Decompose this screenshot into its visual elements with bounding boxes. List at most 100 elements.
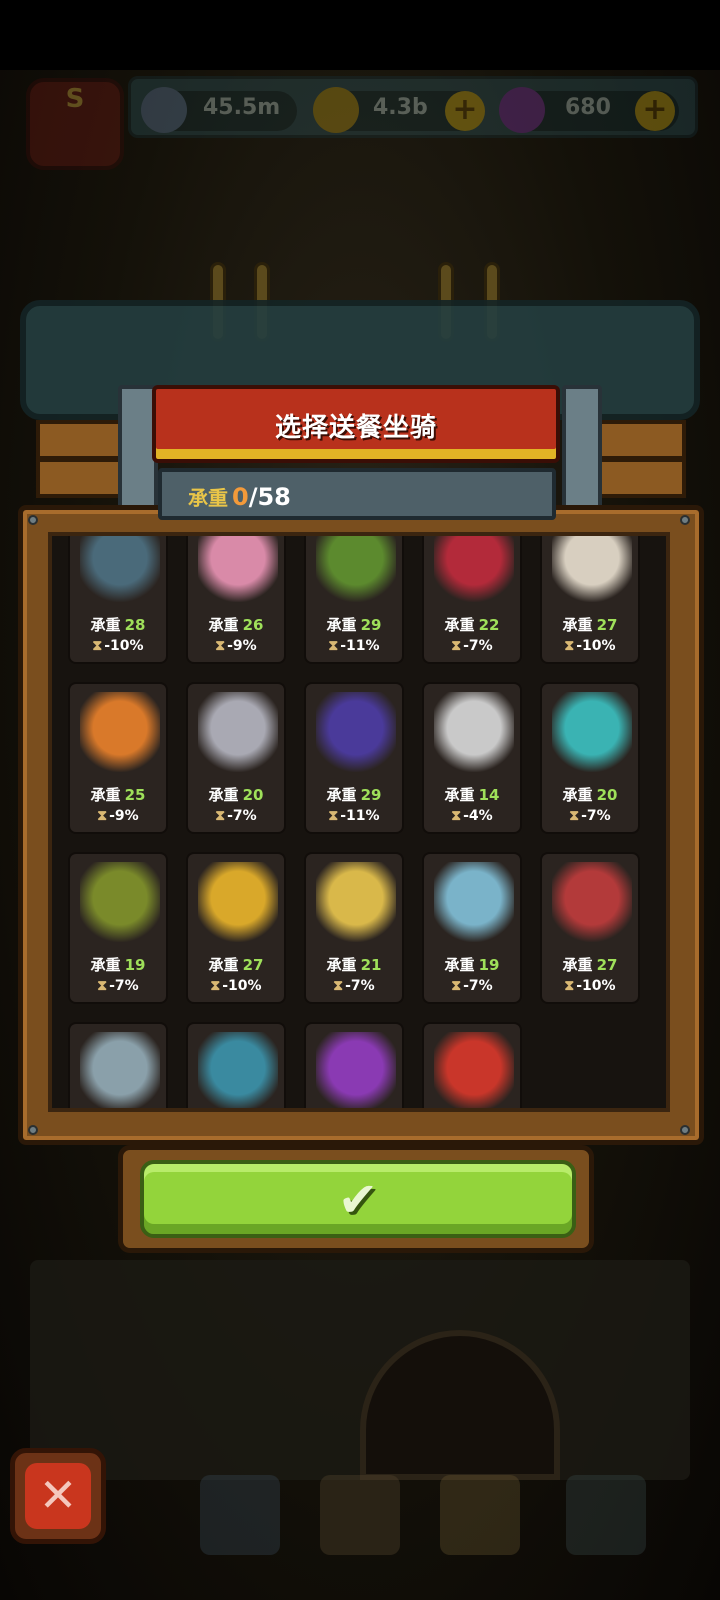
wooden-plank (36, 420, 126, 460)
mount-capacity: 承重 21 (306, 954, 402, 975)
capacity-value: 14 (478, 786, 500, 804)
mount-speed: ⧗ -10% (188, 978, 284, 994)
mount-portrait (552, 536, 632, 602)
hourglass-icon: ⧗ (215, 638, 226, 654)
mount-card[interactable] (422, 1022, 522, 1108)
capacity-label: 承重 (188, 486, 228, 510)
hourglass-icon: ⧗ (451, 978, 462, 994)
hourglass-icon: ⧗ (569, 808, 580, 824)
capacity-value: 22 (478, 616, 500, 634)
capacity-value: 19 (124, 956, 146, 974)
hourglass-icon: ⧗ (451, 638, 462, 654)
speed-value: -10% (104, 638, 144, 654)
speed-value: -10% (576, 978, 616, 994)
mount-capacity: 承重 19 (424, 954, 520, 975)
capacity-label: 承重 (562, 956, 593, 974)
mount-card[interactable] (304, 1022, 404, 1108)
add-potion-button[interactable]: + (635, 91, 675, 131)
mount-card[interactable]: 承重 29 ⧗ -11% (304, 536, 404, 664)
badge-letter: S (65, 84, 85, 114)
mount-capacity: 承重 19 (70, 954, 166, 975)
mount-card[interactable]: 承重 19 ⧗ -7% (422, 852, 522, 1004)
resource2-value: 4.3b (373, 95, 428, 120)
close-button[interactable]: ✕ (10, 1448, 106, 1544)
mount-portrait (434, 1032, 514, 1108)
potion-icon (499, 87, 545, 133)
wooden-plank (596, 420, 686, 460)
book-icon (320, 1475, 400, 1555)
hourglass-icon: ⧗ (215, 808, 226, 824)
mount-speed: ⧗ -4% (424, 808, 520, 824)
resource3-value: 680 (565, 95, 611, 120)
dialog-title: 选择送餐坐骑 (274, 413, 437, 443)
speed-value: -9% (227, 638, 257, 654)
capacity-value: 20 (596, 786, 618, 804)
speed-value: -7% (227, 808, 257, 824)
mount-card[interactable]: 承重 27 ⧗ -10% (540, 852, 640, 1004)
mount-portrait (316, 862, 396, 942)
mount-capacity: 承重 27 (188, 954, 284, 975)
capacity-label: 承重 (208, 786, 239, 804)
mount-card[interactable]: 承重 22 ⧗ -7% (422, 536, 522, 664)
mount-card[interactable]: 承重 20 ⧗ -7% (540, 682, 640, 834)
mount-speed: ⧗ -11% (306, 808, 402, 824)
mount-portrait (80, 862, 160, 942)
mount-portrait (316, 536, 396, 602)
capacity-value: 27 (596, 616, 618, 634)
mount-card[interactable]: 承重 25 ⧗ -9% (68, 682, 168, 834)
mount-card[interactable]: 承重 28 ⧗ -10% (68, 536, 168, 664)
mount-portrait (316, 1032, 396, 1108)
mount-card[interactable] (186, 1022, 286, 1108)
mount-capacity: 承重 27 (542, 614, 638, 635)
mount-capacity: 承重 14 (424, 784, 520, 805)
mount-capacity: 承重 25 (70, 784, 166, 805)
resource-bar: 45.5m 4.3b + 680 + (128, 76, 698, 138)
mount-portrait (434, 692, 514, 772)
capacity-value: 25 (124, 786, 146, 804)
capacity-value: 19 (478, 956, 500, 974)
speed-value: -10% (576, 638, 616, 654)
capacity-bar: 承重 0/58 (158, 468, 556, 520)
hourglass-icon: ⧗ (564, 638, 575, 654)
mount-card[interactable] (68, 1022, 168, 1108)
mount-card[interactable]: 承重 14 ⧗ -4% (422, 682, 522, 834)
speed-value: -7% (581, 808, 611, 824)
hourglass-icon: ⧗ (210, 978, 221, 994)
capacity-max: /58 (248, 483, 291, 511)
speed-value: -7% (345, 978, 375, 994)
bolt (28, 1125, 38, 1135)
mount-card[interactable]: 承重 20 ⧗ -7% (186, 682, 286, 834)
hourglass-icon: ⧗ (97, 978, 108, 994)
hourglass-icon: ⧗ (333, 978, 344, 994)
capacity-label: 承重 (90, 786, 121, 804)
mount-speed: ⧗ -7% (424, 978, 520, 994)
mount-card[interactable]: 承重 27 ⧗ -10% (540, 536, 640, 664)
confirm-button[interactable]: ✔ (140, 1160, 576, 1238)
capacity-value: 27 (596, 956, 618, 974)
mount-list[interactable]: 承重 28 ⧗ -10% 承重 26 ⧗ -9% 承重 29 ⧗ -11% 承重 22 ⧗ -7% 承重 27 ⧗ -… (48, 532, 670, 1112)
mount-portrait (80, 692, 160, 772)
mount-portrait (198, 692, 278, 772)
mount-portrait (434, 862, 514, 942)
mount-card[interactable]: 承重 27 ⧗ -10% (186, 852, 286, 1004)
mount-speed: ⧗ -7% (306, 978, 402, 994)
mount-card[interactable]: 承重 19 ⧗ -7% (68, 852, 168, 1004)
mount-card[interactable]: 承重 21 ⧗ -7% (304, 852, 404, 1004)
speed-value: -4% (463, 808, 493, 824)
bolt (680, 1125, 690, 1135)
capacity-label: 承重 (444, 786, 475, 804)
add-coins-button[interactable]: + (445, 91, 485, 131)
speed-value: -11% (340, 638, 380, 654)
mount-card[interactable]: 承重 29 ⧗ -11% (304, 682, 404, 834)
top-hud: S 45.5m 4.3b + 680 + (0, 70, 720, 170)
mount-speed: ⧗ -7% (70, 978, 166, 994)
capacity-label: 承重 (208, 956, 239, 974)
resource1-value: 45.5m (203, 95, 281, 120)
mount-speed: ⧗ -7% (542, 808, 638, 824)
mount-card[interactable]: 承重 26 ⧗ -9% (186, 536, 286, 664)
capacity-label: 承重 (562, 786, 593, 804)
close-icon: ✕ (25, 1463, 91, 1529)
game-scene: S 45.5m 4.3b + 680 + 承重28⧗-10%承重26 (0, 0, 720, 1600)
capacity-label: 承重 (444, 616, 475, 634)
checkmark-icon: ✔ (337, 1172, 379, 1228)
